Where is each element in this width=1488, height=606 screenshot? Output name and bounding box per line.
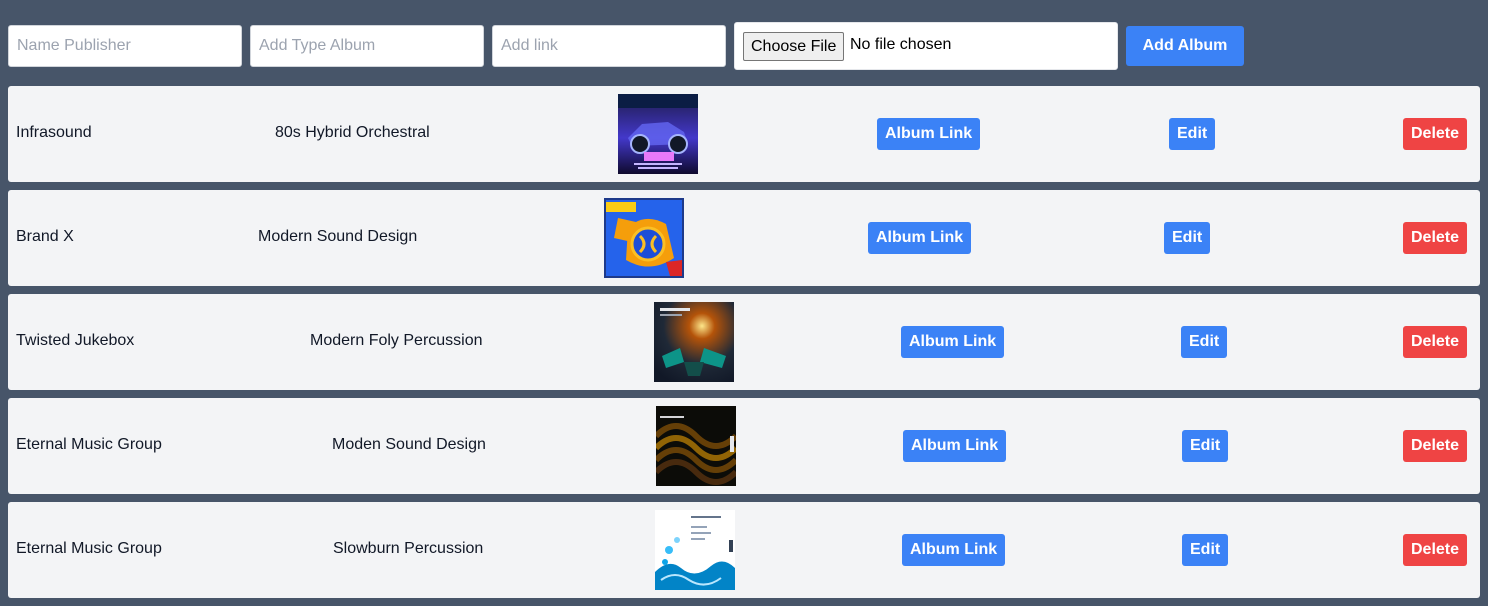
publisher-name: Eternal Music Group — [16, 436, 162, 453]
publisher-name: Infrasound — [16, 124, 92, 141]
album-type: Modern Foly Percussion — [310, 332, 483, 349]
album-type: 80s Hybrid Orchestral — [275, 124, 430, 141]
album-type: Moden Sound Design — [332, 436, 486, 453]
delete-button[interactable]: Delete — [1403, 326, 1468, 358]
delete-button[interactable]: Delete — [1403, 534, 1468, 566]
edit-button[interactable]: Edit — [1182, 430, 1229, 462]
album-link-button[interactable]: Album Link — [877, 118, 981, 150]
album-link-button[interactable]: Album Link — [901, 326, 1005, 358]
publisher-name-input[interactable] — [8, 25, 242, 67]
publisher-name: Brand X — [16, 228, 74, 245]
album-row: Twisted Jukebox Modern Foly Percussion A… — [8, 294, 1480, 390]
publisher-name: Twisted Jukebox — [16, 332, 135, 349]
album-cover-image — [618, 94, 698, 174]
album-row: Infrasound 80s Hybrid Orchestral Album L… — [8, 86, 1480, 182]
edit-button[interactable]: Edit — [1181, 326, 1228, 358]
edit-button[interactable]: Edit — [1182, 534, 1229, 566]
album-cover-image — [604, 198, 684, 278]
album-cover-image — [656, 406, 736, 486]
album-link-input[interactable] — [492, 25, 726, 67]
delete-button[interactable]: Delete — [1403, 222, 1468, 254]
album-row: Eternal Music Group Moden Sound Design A… — [8, 398, 1480, 494]
album-row: Eternal Music Group Slowburn Percussion … — [8, 502, 1480, 598]
publisher-name: Eternal Music Group — [16, 540, 162, 557]
cover-file-picker: Choose File No file chosen — [734, 22, 1118, 70]
delete-button[interactable]: Delete — [1403, 430, 1468, 462]
album-link-button[interactable]: Album Link — [868, 222, 972, 254]
album-link-button[interactable]: Album Link — [903, 430, 1007, 462]
album-type: Slowburn Percussion — [333, 540, 484, 557]
add-album-form: Choose File No file chosen Add Album — [0, 0, 1488, 80]
choose-file-button[interactable]: Choose File — [743, 32, 845, 61]
album-type: Modern Sound Design — [258, 228, 418, 245]
album-link-button[interactable]: Album Link — [902, 534, 1006, 566]
add-album-button[interactable]: Add Album — [1126, 26, 1244, 66]
album-type-input[interactable] — [250, 25, 484, 67]
file-status-text: No file chosen — [850, 36, 952, 53]
album-cover-image — [655, 510, 735, 590]
edit-button[interactable]: Edit — [1164, 222, 1211, 254]
album-row: Brand X Modern Sound Design Album Link E… — [8, 190, 1480, 286]
edit-button[interactable]: Edit — [1169, 118, 1216, 150]
delete-button[interactable]: Delete — [1403, 118, 1468, 150]
album-cover-image — [654, 302, 734, 382]
